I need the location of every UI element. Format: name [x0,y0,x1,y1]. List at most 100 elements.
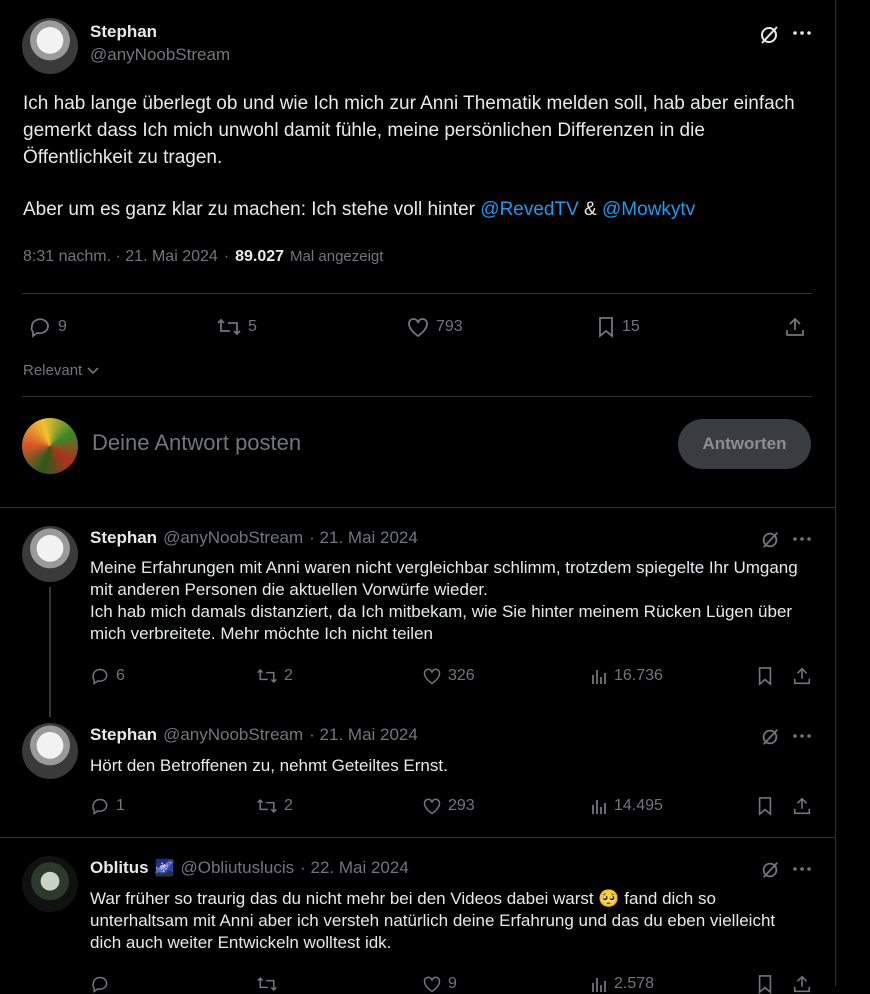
reply-author-name[interactable]: Oblitus [90,858,149,878]
reply-icon [30,318,49,338]
reply-text: War früher so traurig das du nicht mehr … [90,888,825,954]
reply-text-line: unterhaltsam mit Anni aber ich versteh n… [90,911,776,930]
bookmark-button[interactable] [756,974,774,994]
reply-author-handle[interactable]: @Obliutuslucis [180,858,294,878]
share-icon [793,797,811,815]
divider [0,837,835,838]
heart-icon [423,668,441,685]
reply-button[interactable] [90,974,110,994]
like-count: 293 [448,797,475,814]
more-icon[interactable] [793,733,811,739]
views-button[interactable]: 2.578 [590,974,654,994]
heart-icon [423,798,441,815]
author-handle[interactable]: @anyNoobStream [90,45,230,65]
reply-button[interactable]: 1 [90,796,125,816]
reply-input[interactable]: Deine Antwort posten [92,430,301,456]
reply-button[interactable]: 6 [90,666,125,686]
reply-avatar[interactable] [22,723,78,779]
view-count: 16.736 [614,667,663,684]
retweet-count: 2 [284,797,293,814]
reply-header: Stephan @anyNoobStream · 21. Mai 2024 [90,725,418,745]
share-button[interactable] [792,796,812,816]
more-icon[interactable] [793,30,811,36]
reply-text: Hört den Betroffenen zu, nehmt Geteiltes… [90,755,820,777]
timeline-column: Stephan @anyNoobStream Ich hab lange übe… [0,0,836,994]
reply-date[interactable]: · 21. Mai 2024 [309,528,418,548]
author-avatar[interactable] [22,18,78,74]
more-icon[interactable] [793,866,811,872]
grok-icon[interactable] [760,860,780,880]
reply-author-name[interactable]: Stephan [90,725,157,745]
author-name[interactable]: Stephan [90,22,157,42]
views-icon [592,800,606,814]
tweet-text: Ich hab lange überlegt ob und wie Ich mi… [23,90,823,223]
name-emoji: 🌌 [154,860,175,877]
heart-icon [408,318,428,338]
sort-dropdown[interactable]: Relevant [23,362,100,379]
bookmark-count: 15 [622,318,640,335]
reply-text-line: dich auch weiter Entwickeln wolltest idk… [90,933,392,952]
reply-count: 6 [116,667,125,684]
reply-icon [92,976,108,993]
retweet-button[interactable]: 2 [256,796,293,816]
grok-icon[interactable] [758,24,780,46]
tweet-text-line: gemerkt dass Ich mich unwohl damit fühle… [23,120,705,141]
more-icon[interactable] [793,536,811,542]
retweet-count: 2 [284,667,293,684]
reply-header: Oblitus 🌌 @Obliutuslucis · 22. Mai 2024 [90,858,409,878]
like-button[interactable]: 293 [422,796,475,816]
share-button[interactable] [792,666,812,686]
mention-revedtv[interactable]: @RevedTV [480,199,579,220]
views-button[interactable]: 14.495 [590,796,663,816]
mention-mowkytv[interactable]: @Mowkytv [602,199,695,220]
divider [22,293,812,294]
share-icon [793,667,811,685]
views-button[interactable]: 16.736 [590,666,663,686]
like-button[interactable]: 793 [406,316,463,338]
grok-icon[interactable] [760,727,780,747]
tweet-timestamp[interactable]: 8:31 nachm. · 21. Mai 2024 [23,248,218,266]
tweet-text-line: Öffentlichkeit zu tragen. [23,147,223,168]
reply-icon [92,668,108,685]
retweet-button[interactable]: 2 [256,666,293,686]
like-button[interactable]: 9 [422,974,457,994]
retweet-button[interactable] [256,974,278,994]
share-icon [786,317,804,336]
my-avatar [22,418,78,474]
reply-button[interactable]: 9 [28,316,67,338]
reply-date[interactable]: · 22. Mai 2024 [300,858,409,878]
reply-text-line: mich verbreitete. Mehr möchte Ich nicht … [90,624,433,643]
reply-author-name[interactable]: Stephan [90,528,157,548]
grok-icon[interactable] [760,530,780,550]
like-count: 9 [448,975,457,992]
reply-text-line: mit anderen Personen die aktuellen Vorwü… [90,580,488,599]
bookmark-button[interactable]: 15 [596,316,640,338]
reply-avatar[interactable] [22,526,78,582]
share-button[interactable] [784,316,806,338]
like-count: 326 [448,667,475,684]
retweet-icon [257,976,277,992]
tweet-text-line: Ich hab lange überlegt ob und wie Ich mi… [23,93,795,114]
reply-submit-button[interactable]: Antworten [678,419,811,469]
retweet-button[interactable]: 5 [216,316,257,338]
heart-icon [423,976,441,993]
bookmark-icon [599,317,613,338]
reply-date[interactable]: · 21. Mai 2024 [309,725,418,745]
like-count: 793 [436,318,463,335]
retweet-count: 5 [248,318,257,335]
share-button[interactable] [792,974,812,994]
views-icon [592,978,606,992]
reply-author-handle[interactable]: @anyNoobStream [163,528,303,548]
reply-avatar[interactable] [22,856,78,912]
bookmark-button[interactable] [756,666,774,686]
reply-text-line: War früher so traurig das du nicht mehr … [90,889,716,908]
tweet-text-span: Aber um es ganz klar zu machen: Ich steh… [23,199,481,220]
reply-text-line: Meine Erfahrungen mit Anni waren nicht v… [90,558,798,577]
like-button[interactable]: 326 [422,666,475,686]
view-count: 89.027 [235,248,285,265]
reply-author-handle[interactable]: @anyNoobStream [163,725,303,745]
bookmark-button[interactable] [756,796,774,816]
share-icon [793,975,811,993]
reply-icon [92,798,108,815]
view-count-label: Mal angezeigt [290,248,384,265]
